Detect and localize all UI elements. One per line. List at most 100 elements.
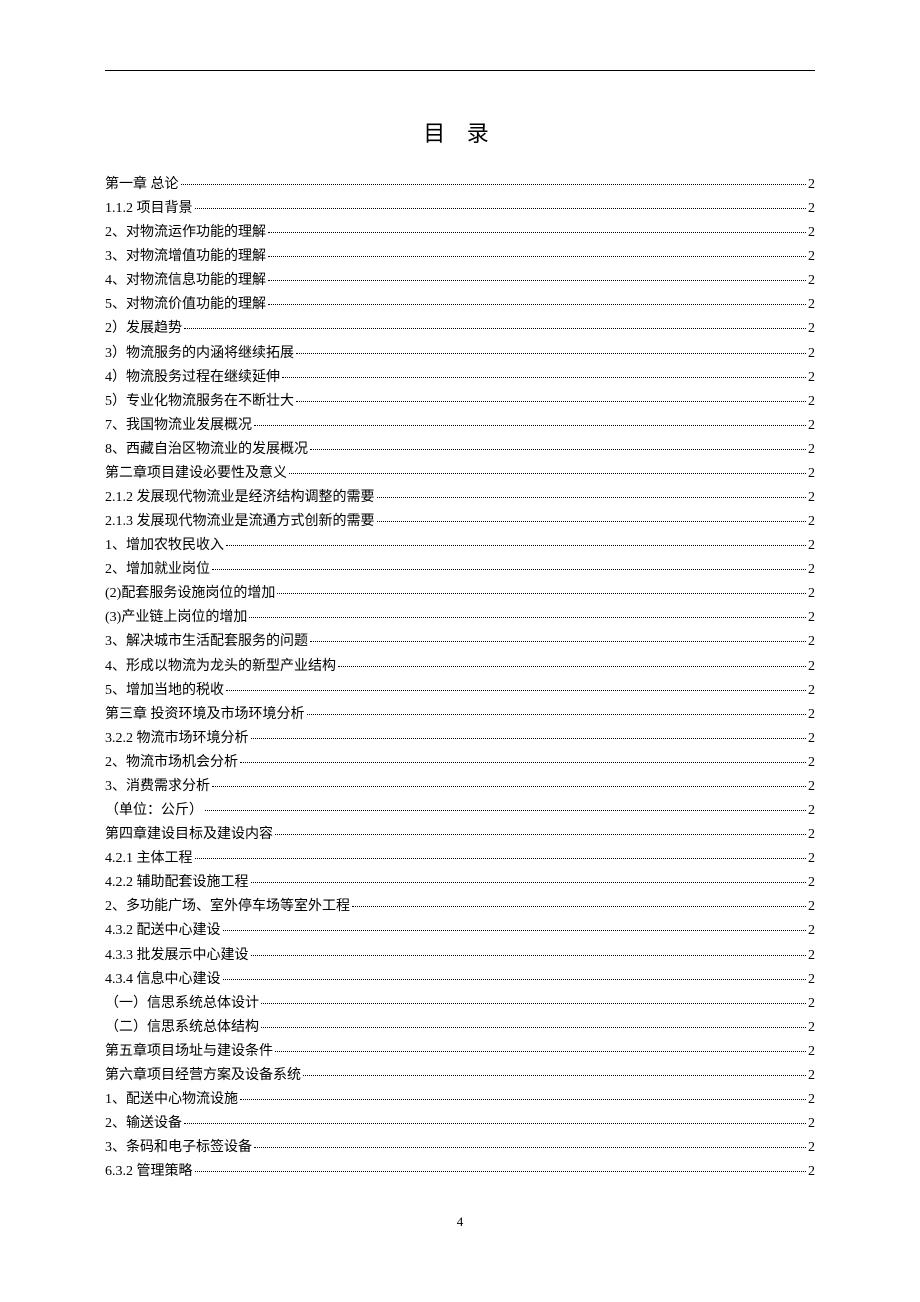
toc-item: （单位：公斤） 2	[105, 799, 815, 823]
toc-leader-dots	[251, 882, 807, 883]
toc-leader-dots	[226, 545, 806, 546]
toc-leader-dots	[310, 449, 806, 450]
toc-page: 2	[808, 968, 815, 992]
toc-item: （二）信思系统总体结构2	[105, 1016, 815, 1040]
toc-item: 5）专业化物流服务在不断壮大2	[105, 390, 815, 414]
toc-label: 4.3.4 信息中心建设	[105, 968, 221, 992]
toc-item: 3、消费需求分析 2	[105, 775, 815, 799]
toc-item: 8、西藏自治区物流业的发展概况 2	[105, 438, 815, 462]
toc-item: 4.3.3 批发展示中心建设 2	[105, 944, 815, 968]
toc-label: 3、消费需求分析	[105, 775, 210, 799]
toc-label: 4.3.2 配送中心建设	[105, 919, 221, 943]
toc-label: 2.1.3 发展现代物流业是流通方式创新的需要	[105, 510, 375, 534]
toc-page: 2	[808, 1088, 815, 1112]
toc-label: 2、多功能广场、室外停车场等室外工程	[105, 895, 350, 919]
toc-item: 1.1.2 项目背景2	[105, 197, 815, 221]
toc-page: 2	[808, 558, 815, 582]
toc-label: 7、我国物流业发展概况	[105, 414, 252, 438]
toc-leader-dots	[261, 1003, 806, 1004]
toc-page: 2	[808, 799, 815, 823]
toc-page: 2	[808, 823, 815, 847]
toc-leader-dots	[184, 1123, 806, 1124]
toc-page: 2	[808, 438, 815, 462]
toc-item: 2、增加就业岗位 2	[105, 558, 815, 582]
toc-page: 2	[808, 703, 815, 727]
toc-item: 第六章项目经营方案及设备系统2	[105, 1064, 815, 1088]
toc-page: 2	[808, 655, 815, 679]
toc-page: 2	[808, 871, 815, 895]
toc-label: 4.3.3 批发展示中心建设	[105, 944, 249, 968]
toc-page: 2	[808, 462, 815, 486]
toc-label: 2、输送设备	[105, 1112, 182, 1136]
toc-page: 2	[808, 342, 815, 366]
table-of-contents: 第一章 总论21.1.2 项目背景22、对物流运作功能的理解23、对物流增值功能…	[105, 173, 815, 1184]
toc-label: 5、增加当地的税收	[105, 679, 224, 703]
toc-label: 3.2.2 物流市场环境分析	[105, 727, 249, 751]
toc-page: 2	[808, 486, 815, 510]
toc-page: 2	[808, 944, 815, 968]
toc-leader-dots	[352, 906, 806, 907]
toc-page: 2	[808, 1112, 815, 1136]
toc-page: 2	[808, 679, 815, 703]
toc-item: 4、形成以物流为龙头的新型产业结构 2	[105, 655, 815, 679]
toc-item: 2.1.2 发展现代物流业是经济结构调整的需要 2	[105, 486, 815, 510]
toc-item: 3、对物流增值功能的理解2	[105, 245, 815, 269]
toc-label: （二）信思系统总体结构	[105, 1016, 259, 1040]
toc-leader-dots	[254, 425, 806, 426]
toc-label: 2、对物流运作功能的理解	[105, 221, 266, 245]
toc-label: 6.3.2 管理策略	[105, 1160, 193, 1184]
toc-item: 2、物流市场机会分析2	[105, 751, 815, 775]
toc-label: 2.1.2 发展现代物流业是经济结构调整的需要	[105, 486, 375, 510]
toc-page: 2	[808, 197, 815, 221]
toc-label: 1、配送中心物流设施	[105, 1088, 238, 1112]
toc-leader-dots	[226, 690, 806, 691]
toc-page: 2	[808, 919, 815, 943]
toc-item: 7、我国物流业发展概况 2	[105, 414, 815, 438]
toc-page: 2	[808, 895, 815, 919]
toc-leader-dots	[212, 786, 806, 787]
toc-label: （单位：公斤）	[105, 799, 203, 823]
toc-label: 5）专业化物流服务在不断壮大	[105, 390, 294, 414]
header-divider	[105, 70, 815, 71]
toc-item: 4、对物流信息功能的理解2	[105, 269, 815, 293]
toc-leader-dots	[205, 810, 806, 811]
toc-leader-dots	[240, 762, 806, 763]
toc-leader-dots	[310, 641, 806, 642]
toc-item: 2）发展趋势2	[105, 317, 815, 341]
toc-item: 2、输送设备 2	[105, 1112, 815, 1136]
toc-item: 4.2.2 辅助配套设施工程2	[105, 871, 815, 895]
toc-leader-dots	[223, 930, 807, 931]
toc-page: 2	[808, 775, 815, 799]
toc-label: 8、西藏自治区物流业的发展概况	[105, 438, 308, 462]
toc-leader-dots	[223, 979, 807, 980]
toc-item: 第三章 投资环境及市场环境分析2	[105, 703, 815, 727]
toc-item: 5、增加当地的税收 2	[105, 679, 815, 703]
toc-item: 3、解决城市生活配套服务的问题2	[105, 630, 815, 654]
toc-page: 2	[808, 293, 815, 317]
toc-leader-dots	[275, 834, 806, 835]
toc-leader-dots	[184, 328, 806, 329]
toc-item: 1、配送中心物流设施 2	[105, 1088, 815, 1112]
toc-page: 2	[808, 221, 815, 245]
toc-leader-dots	[377, 497, 807, 498]
toc-label: 3、解决城市生活配套服务的问题	[105, 630, 308, 654]
toc-leader-dots	[277, 593, 806, 594]
toc-page: 2	[808, 606, 815, 630]
toc-leader-dots	[251, 955, 807, 956]
toc-label: 3、对物流增值功能的理解	[105, 245, 266, 269]
toc-item: 2、对物流运作功能的理解 2	[105, 221, 815, 245]
toc-item: 4）物流股务过程在继续延伸2	[105, 366, 815, 390]
toc-page: 2	[808, 992, 815, 1016]
toc-page: 2	[808, 366, 815, 390]
toc-leader-dots	[195, 208, 807, 209]
toc-leader-dots	[240, 1099, 806, 1100]
toc-leader-dots	[289, 473, 806, 474]
toc-label: (2)配套服务设施岗位的增加	[105, 582, 275, 606]
toc-label: 4、形成以物流为龙头的新型产业结构	[105, 655, 336, 679]
toc-label: (3)产业链上岗位的增加	[105, 606, 247, 630]
toc-leader-dots	[212, 569, 806, 570]
toc-page: 2	[808, 414, 815, 438]
toc-item: 5、对物流价值功能的理解2	[105, 293, 815, 317]
toc-label: 2、增加就业岗位	[105, 558, 210, 582]
toc-page: 2	[808, 847, 815, 871]
